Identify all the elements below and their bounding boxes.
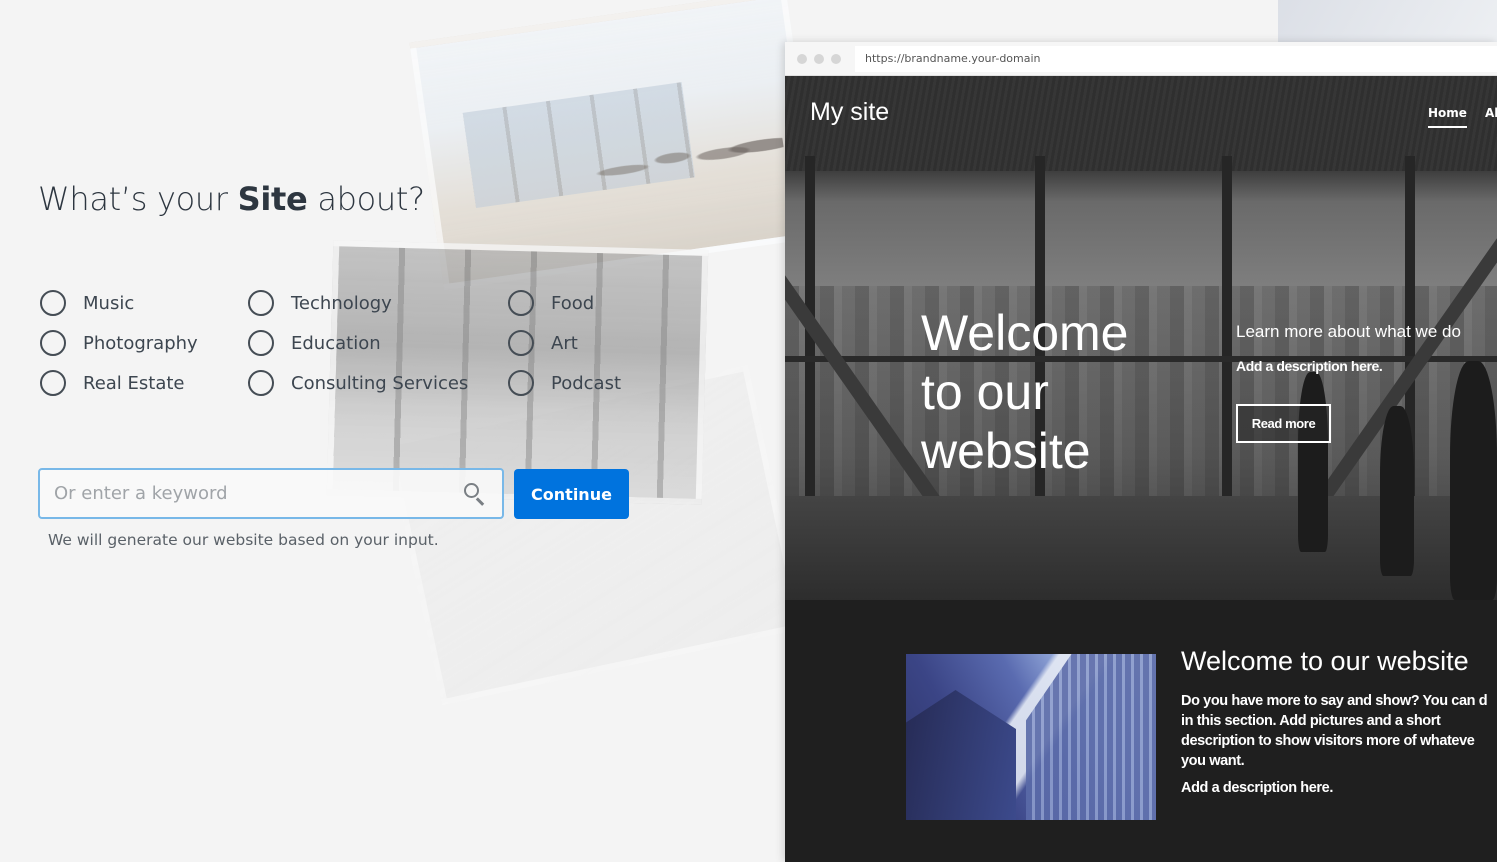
about-section: Welcome to our website Do you have more … [785,600,1497,862]
keyword-input[interactable] [54,483,462,504]
category-option[interactable]: Photography [40,330,198,356]
category-option[interactable]: Technology [248,290,392,316]
category-option[interactable]: Podcast [508,370,621,396]
nav-about[interactable]: Abo [1485,106,1497,128]
radio-button[interactable] [508,370,534,396]
site-logo: My site [810,98,890,126]
category-option[interactable]: Consulting Services [248,370,468,396]
window-dot-icon [831,53,841,64]
hero-description: Add a description here. [1236,358,1383,374]
keyword-search-box [38,468,504,519]
skyscrapers-image [906,654,1156,820]
helper-text: We will generate our website based on yo… [48,531,439,549]
website-preview: https://brandname.your-domain My site Ho… [785,42,1497,862]
site-topic-panel: What’s your Site about? Music Photograph… [38,0,638,862]
section-body: Do you have more to say and show? You ca… [1181,693,1488,769]
radio-button[interactable] [508,330,534,356]
hero-subtitle: Learn more about what we do [1236,322,1461,341]
nav-home[interactable]: Home [1428,106,1467,128]
page-title: What’s your Site about? [38,180,425,218]
skyscraper-photo [1278,0,1497,42]
radio-button[interactable] [248,330,274,356]
category-option[interactable]: Art [508,330,578,356]
address-bar: https://brandname.your-domain [855,45,1497,72]
hero-section: My site Home Abo Welcome to our website … [785,76,1497,600]
search-icon[interactable] [462,481,488,507]
radio-button[interactable] [40,290,66,316]
radio-button[interactable] [248,370,274,396]
category-option[interactable]: Real Estate [40,370,185,396]
radio-button[interactable] [40,330,66,356]
category-option[interactable]: Food [508,290,594,316]
hero-title: Welcome to our website [921,305,1129,479]
radio-button[interactable] [40,370,66,396]
radio-button[interactable] [508,290,534,316]
window-dot-icon [814,53,824,64]
category-option[interactable]: Education [248,330,381,356]
read-more-button[interactable]: Read more [1236,404,1331,443]
category-option[interactable]: Music [40,290,134,316]
section-description: Add a description here. [1181,780,1333,796]
radio-button[interactable] [248,290,274,316]
continue-button[interactable]: Continue [514,469,629,519]
window-dot-icon [797,53,807,64]
site-nav: Home Abo [1428,106,1497,128]
section-title: Welcome to our website [1181,646,1469,676]
browser-toolbar: https://brandname.your-domain [785,42,1497,76]
